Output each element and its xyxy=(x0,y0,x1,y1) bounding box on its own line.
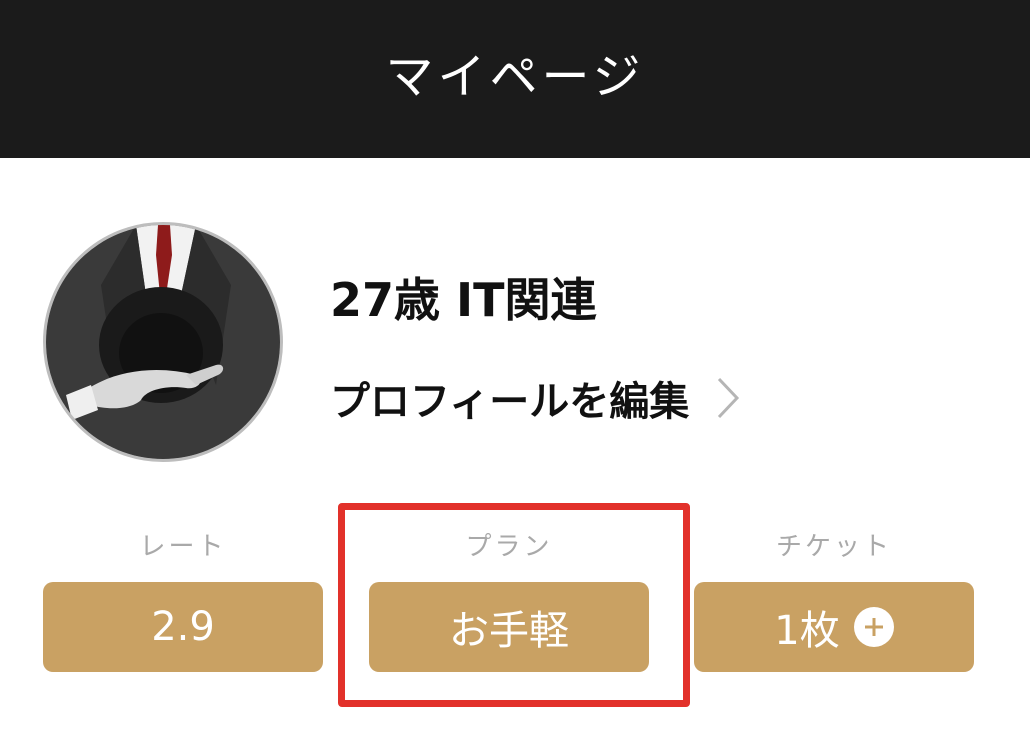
rate-button[interactable]: 2.9 xyxy=(43,582,323,672)
ticket-button[interactable]: 1枚 xyxy=(694,582,974,672)
stat-plan: プラン お手軽 xyxy=(369,530,649,672)
ticket-value: 1枚 xyxy=(774,608,840,654)
app-header: マイページ xyxy=(0,0,1030,158)
plus-circle-icon[interactable] xyxy=(853,607,894,647)
rate-value: 2.9 xyxy=(151,604,215,650)
plan-value: お手軽 xyxy=(449,608,569,654)
ticket-label: チケット xyxy=(775,532,892,562)
stat-rate: レート 2.9 xyxy=(43,530,323,672)
rate-label: レート xyxy=(139,532,227,562)
plan-label: プラン xyxy=(465,532,553,562)
avatar-photo xyxy=(46,225,280,459)
edit-profile-link[interactable]: プロフィールを編集 xyxy=(330,368,743,428)
stat-ticket: チケット 1枚 xyxy=(694,530,974,672)
page-title: マイページ xyxy=(385,49,645,105)
profile-name: 27歳 IT関連 xyxy=(330,273,597,327)
chevron-right-icon xyxy=(718,377,740,419)
plan-button[interactable]: お手軽 xyxy=(369,582,649,672)
avatar[interactable] xyxy=(43,222,283,462)
edit-profile-label: プロフィールを編集 xyxy=(330,379,690,425)
